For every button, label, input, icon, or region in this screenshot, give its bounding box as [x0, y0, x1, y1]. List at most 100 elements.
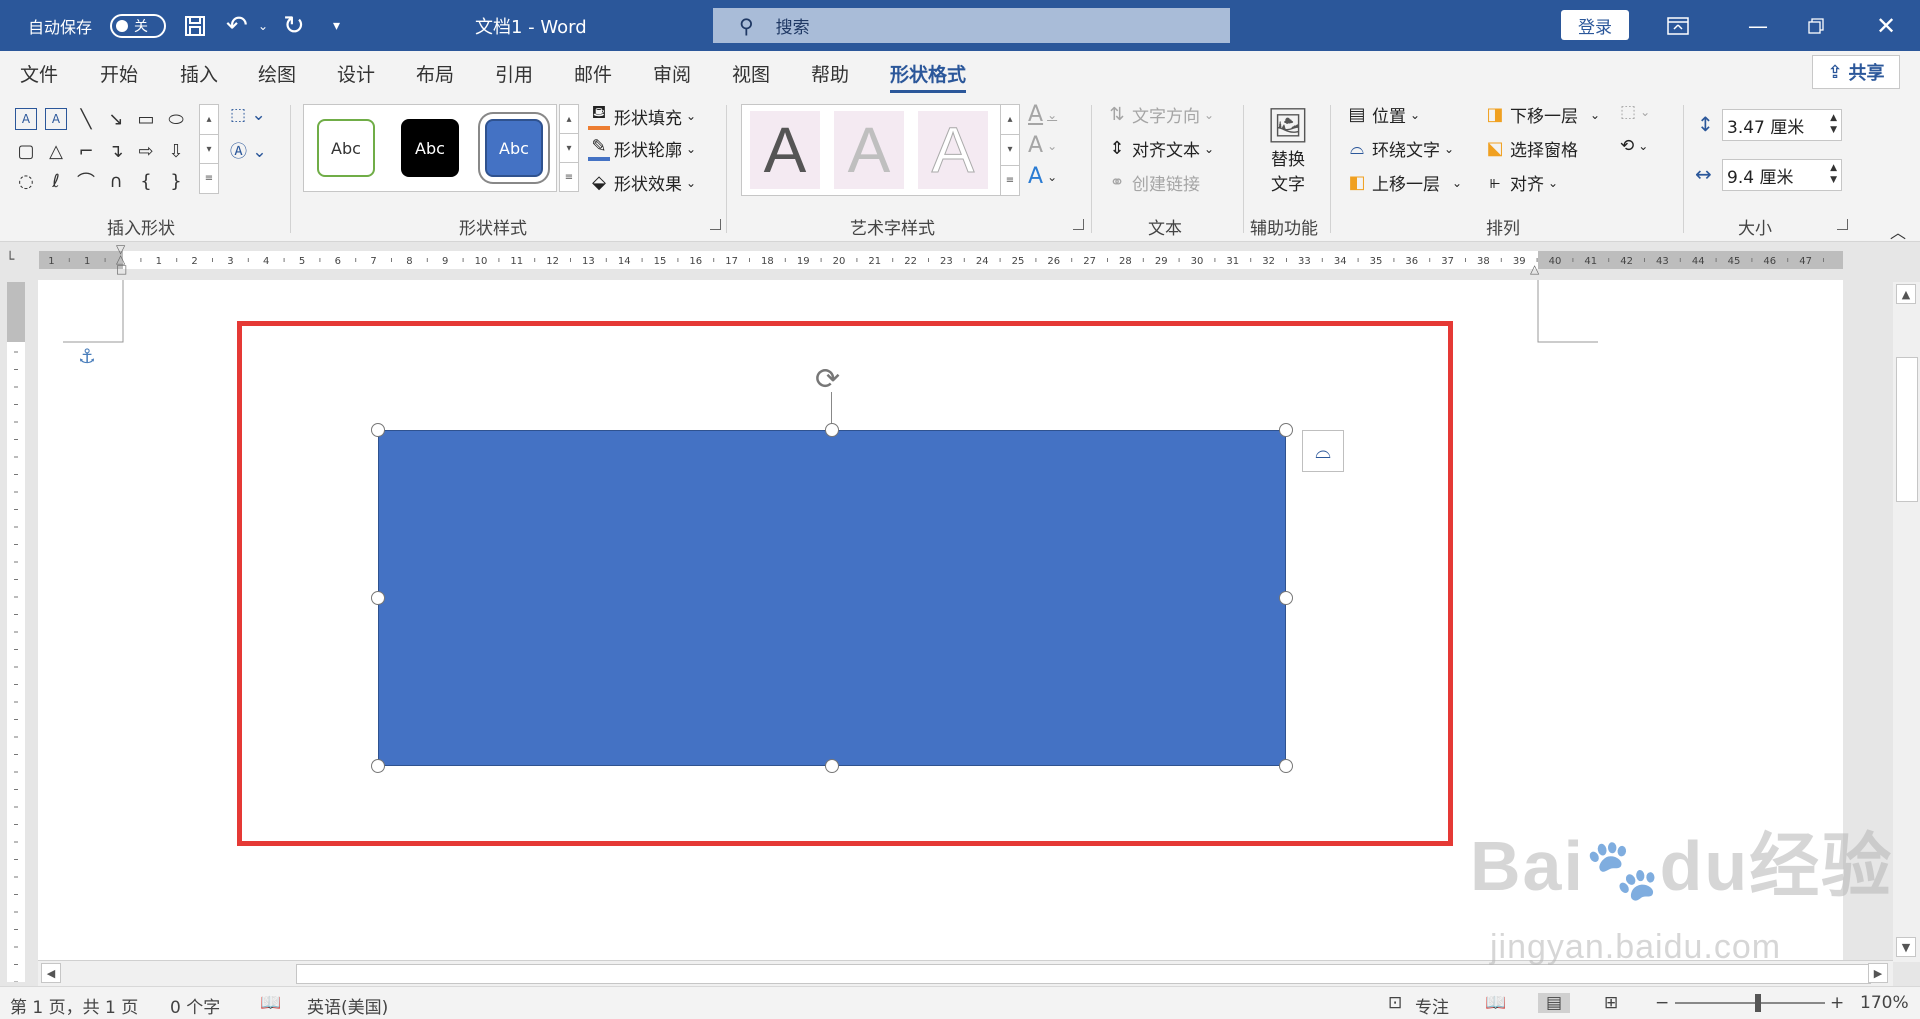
edit-shape-icon[interactable]: ⬚ ⌄: [230, 105, 266, 125]
position-button[interactable]: ▤ 位置 ⌄: [1346, 102, 1420, 127]
share-button[interactable]: ⇪ 共享: [1812, 55, 1900, 89]
vertical-scroll-thumb[interactable]: [1896, 357, 1918, 502]
zoom-slider-thumb[interactable]: [1755, 994, 1761, 1012]
align-text-button[interactable]: ⇕ 对齐文本 ⌄: [1106, 136, 1214, 161]
customize-toolbar-icon[interactable]: ▾: [333, 0, 340, 51]
width-spinner-icon[interactable]: ▲ ▼: [1830, 162, 1837, 186]
wordart-preset-2[interactable]: A: [834, 111, 904, 189]
indent-marker-icon[interactable]: ▽ △ □: [116, 243, 127, 275]
search-box[interactable]: ⚲ 搜索: [713, 8, 1230, 43]
shape-width-input[interactable]: 9.4 厘米 ▲ ▼: [1722, 159, 1842, 191]
ribbon-display-options-icon[interactable]: [1648, 0, 1708, 51]
arrow-line-icon[interactable]: ↘: [105, 108, 127, 130]
wordart-gallery[interactable]: A A A: [741, 104, 1001, 196]
style-preset-black[interactable]: Abc: [401, 119, 459, 177]
scroll-down-icon[interactable]: ▾: [560, 134, 578, 163]
text-effects-icon[interactable]: A ⌄: [1028, 164, 1057, 189]
web-layout-icon[interactable]: ⊞: [1604, 993, 1618, 1013]
shape-outline-button[interactable]: ✎ 形状轮廓 ⌄: [588, 136, 696, 161]
tab-shape-format[interactable]: 形状格式: [890, 60, 967, 93]
tab-mailings[interactable]: 邮件: [574, 60, 612, 87]
tab-draw[interactable]: 绘图: [258, 60, 296, 87]
triangle-icon[interactable]: △: [45, 140, 67, 162]
print-layout-icon[interactable]: ▤: [1538, 993, 1571, 1013]
login-button[interactable]: 登录: [1561, 10, 1629, 40]
wordart-preset-1[interactable]: A: [750, 111, 820, 189]
text-outline-icon[interactable]: A ⌄: [1028, 133, 1057, 158]
vertical-textbox-icon[interactable]: A: [45, 108, 67, 130]
down-arrow-shape-icon[interactable]: ⇩: [165, 140, 187, 162]
wordart-dialog-launcher-icon[interactable]: [1073, 219, 1084, 230]
wordart-gallery-scroll[interactable]: ▴ ▾ ≡: [1000, 104, 1020, 196]
scroll-down-icon[interactable]: ▾: [200, 135, 218, 165]
ruler-bar[interactable]: 1 1 1 2 3 4 5 6 7 8 9 10 11 12 13 14 15 16 17 18 19 20 21 22 23 2…: [39, 251, 1843, 269]
scroll-up-icon[interactable]: ▴: [200, 105, 218, 135]
tab-review[interactable]: 审阅: [653, 60, 691, 87]
right-brace-icon[interactable]: }: [165, 170, 187, 192]
tab-references[interactable]: 引用: [495, 60, 533, 87]
minimize-icon[interactable]: —: [1728, 0, 1788, 51]
tab-selector-icon[interactable]: └: [6, 252, 28, 274]
size-dialog-launcher-icon[interactable]: [1837, 219, 1848, 230]
restore-icon[interactable]: [1786, 0, 1846, 51]
bring-forward-button[interactable]: ◧ 上移一层 ⌄: [1346, 170, 1462, 195]
style-preset-outline[interactable]: Abc: [317, 119, 375, 177]
wrap-text-button[interactable]: ⌓ 环绕文字 ⌄: [1346, 136, 1454, 161]
read-mode-icon[interactable]: 📖: [1485, 993, 1506, 1013]
collapse-ribbon-icon[interactable]: ︿: [1890, 219, 1906, 243]
elbow-connector-icon[interactable]: ⌐: [75, 140, 97, 162]
group-objects-icon[interactable]: ⬚ ⌄: [1620, 102, 1650, 122]
redo-icon[interactable]: ↻: [283, 0, 305, 51]
tab-view[interactable]: 视图: [732, 60, 770, 87]
style-preset-blue[interactable]: Abc: [485, 119, 543, 177]
text-fill-icon[interactable]: A ⌄: [1028, 102, 1057, 127]
scroll-down-icon[interactable]: ▾: [1001, 135, 1019, 166]
scroll-up-arrow-icon[interactable]: ▲: [1896, 284, 1916, 304]
focus-button[interactable]: 专注: [1415, 993, 1449, 1018]
left-brace-icon[interactable]: {: [135, 170, 157, 192]
vertical-scrollbar[interactable]: ▲ ▼: [1893, 282, 1920, 962]
anchor-icon[interactable]: ⚓: [78, 344, 96, 368]
arc-icon[interactable]: ⌒: [75, 170, 97, 193]
textbox-icon[interactable]: A: [15, 108, 37, 130]
line-icon[interactable]: ╲: [75, 108, 97, 130]
tab-file[interactable]: 文件: [20, 60, 58, 87]
tab-help[interactable]: 帮助: [811, 60, 849, 87]
undo-dropdown-icon[interactable]: ⌄: [258, 0, 268, 51]
expand-gallery-icon[interactable]: ≡: [200, 164, 218, 193]
word-count[interactable]: 0 个字: [170, 993, 220, 1018]
height-spinner-icon[interactable]: ▲ ▼: [1830, 112, 1837, 136]
text-direction-button[interactable]: ⇅ 文字方向 ⌄: [1106, 102, 1214, 127]
tab-layout[interactable]: 布局: [416, 60, 454, 87]
oval-icon[interactable]: ⬭: [165, 108, 187, 130]
wordart-preset-3[interactable]: A: [918, 111, 988, 189]
save-icon[interactable]: [183, 0, 207, 51]
expand-gallery-icon[interactable]: ≡: [560, 163, 578, 191]
freeform-icon[interactable]: ◌: [15, 170, 37, 192]
send-backward-button[interactable]: ◨ 下移一层 ⌄: [1484, 102, 1600, 127]
elbow-arrow-icon[interactable]: ↴: [105, 140, 127, 162]
scroll-down-arrow-icon[interactable]: ▼: [1896, 937, 1916, 957]
curve-icon[interactable]: ∩: [105, 170, 127, 192]
scroll-right-arrow-icon[interactable]: ▶: [1868, 963, 1888, 983]
shape-height-input[interactable]: 3.47 厘米 ▲ ▼: [1722, 109, 1842, 141]
zoom-in-icon[interactable]: +: [1830, 993, 1844, 1013]
zoom-level[interactable]: 170%: [1860, 993, 1909, 1013]
right-indent-marker-icon[interactable]: △: [1530, 262, 1539, 276]
draw-textbox-icon[interactable]: Ⓐ ⌄: [230, 137, 267, 162]
selection-pane-button[interactable]: ⬕ 选择窗格: [1484, 136, 1578, 161]
scroll-up-icon[interactable]: ▴: [1001, 105, 1019, 136]
expand-gallery-icon[interactable]: ≡: [1001, 166, 1019, 195]
create-link-button[interactable]: ⚭ 创建链接: [1106, 170, 1200, 195]
right-arrow-shape-icon[interactable]: ⇨: [135, 140, 157, 162]
tab-home[interactable]: 开始: [100, 60, 138, 87]
shape-styles-scroll[interactable]: ▴ ▾ ≡: [559, 104, 579, 192]
close-icon[interactable]: ✕: [1856, 0, 1916, 51]
shape-styles-gallery[interactable]: Abc Abc Abc: [303, 104, 557, 192]
scroll-left-arrow-icon[interactable]: ◀: [41, 963, 61, 983]
zoom-slider[interactable]: [1675, 1002, 1825, 1004]
undo-icon[interactable]: ↶: [226, 0, 248, 51]
shape-styles-dialog-launcher-icon[interactable]: [710, 219, 721, 230]
proofing-icon[interactable]: 📖: [260, 993, 281, 1013]
rounded-rectangle-icon[interactable]: ▢: [15, 140, 37, 162]
